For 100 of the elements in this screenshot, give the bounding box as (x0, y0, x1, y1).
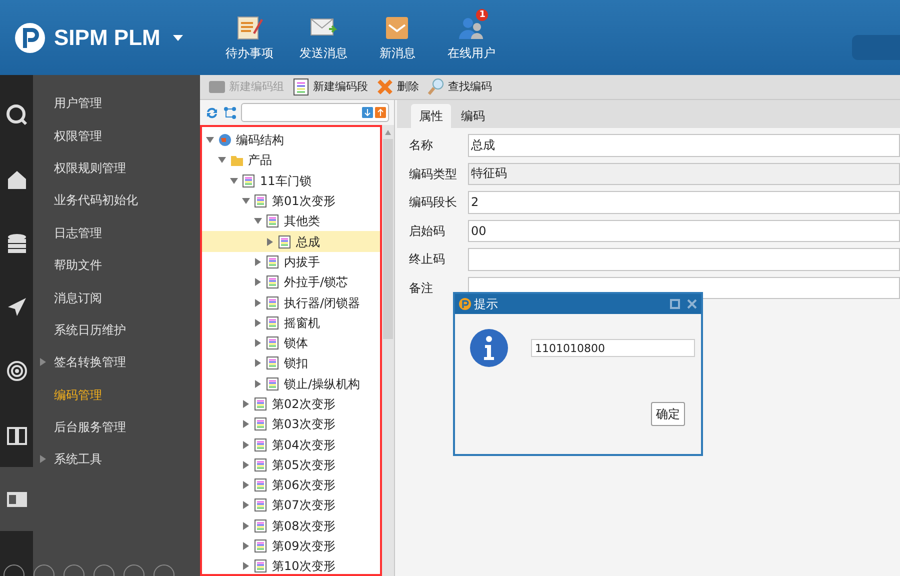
signal-icon[interactable] (6, 360, 28, 382)
expand-arrow-icon[interactable] (254, 298, 262, 307)
scrollbar[interactable] (382, 125, 394, 576)
app-name: SIPM PLM (54, 24, 160, 52)
sidebar-item[interactable]: 系统工具 (39, 450, 102, 468)
expand-arrow-icon[interactable] (242, 562, 250, 570)
input-field[interactable]: 特征码 (468, 162, 900, 185)
tree-node[interactable]: 第04次变形 (202, 434, 380, 455)
tree-node[interactable]: 第05次变形 (202, 454, 380, 476)
search-icon[interactable] (6, 104, 28, 126)
document-icon (254, 559, 268, 574)
expand-arrow-icon[interactable] (242, 542, 250, 550)
document-icon (254, 417, 268, 432)
tree-node[interactable]: 其他类 (202, 211, 380, 232)
expand-arrow-icon[interactable] (254, 339, 262, 348)
document-icon (266, 336, 280, 350)
sidebar-item[interactable]: 帮助文件 (54, 256, 102, 274)
expand-arrow-icon[interactable] (242, 481, 250, 490)
tree-node[interactable]: 第09次变形 (202, 536, 380, 556)
scroll-thumb[interactable] (383, 139, 393, 339)
input-field[interactable]: 总成 (468, 134, 900, 156)
expand-arrow-icon[interactable] (254, 278, 262, 286)
expand-arrow-icon[interactable] (254, 318, 262, 327)
toolbar-button[interactable]: 查找编码 (427, 78, 492, 96)
tree-node[interactable]: 执行器/闭锁器 (202, 292, 380, 313)
tab[interactable]: 编码 (453, 104, 493, 128)
sidebar-item[interactable]: 后台服务管理 (54, 418, 126, 436)
expand-arrow-icon[interactable] (254, 380, 262, 388)
home-icon[interactable] (6, 168, 28, 190)
scroll-up-icon[interactable] (384, 129, 392, 137)
book-icon[interactable] (6, 424, 28, 446)
document-icon (266, 376, 280, 391)
input-field[interactable]: 1101010800 (531, 339, 695, 357)
sidebar-item[interactable]: 权限管理 (54, 126, 102, 145)
down-arrow-icon[interactable] (362, 107, 373, 118)
tree-node[interactable]: 编码结构 (202, 130, 380, 150)
sidebar-item[interactable]: 用户管理 (54, 94, 102, 112)
toolbar-button[interactable]: 新建编码段 (292, 78, 368, 96)
sidebar-item[interactable]: 权限规则管理 (54, 158, 126, 177)
toolbar-button[interactable]: 发送消息 (286, 6, 360, 68)
tree-filter-field[interactable] (241, 103, 389, 122)
tree-node[interactable]: 第01次变形 (202, 190, 380, 212)
tree-node[interactable]: 锁体 (202, 332, 380, 354)
document-icon (266, 214, 280, 228)
tab[interactable]: 属性 (411, 104, 451, 128)
expand-arrow-icon[interactable] (242, 400, 250, 408)
tree-node[interactable]: 第03次变形 (202, 414, 380, 434)
sidebar-item[interactable]: 系统日历维护 (54, 320, 126, 339)
tree-node[interactable]: 总成 (202, 231, 380, 252)
expand-arrow-icon[interactable] (266, 238, 274, 246)
tree-node[interactable]: 锁止/操纵机构 (202, 374, 380, 394)
document-icon (254, 539, 268, 554)
document-icon (266, 316, 280, 330)
toolbar-button[interactable]: 待办事项 (212, 6, 286, 68)
tree-node[interactable]: 第08次变形 (202, 516, 380, 536)
refresh-icon[interactable] (205, 106, 219, 120)
expand-arrow-icon[interactable] (242, 440, 250, 449)
collapse-arrow-icon[interactable] (230, 176, 238, 185)
ok-button[interactable]: 确定 (651, 402, 685, 426)
expand-arrow-icon (39, 357, 47, 368)
tree-node[interactable]: 外拉手/锁芯 (202, 272, 380, 292)
input-field[interactable] (468, 248, 900, 270)
sidebar-item[interactable]: 消息订阅 (54, 288, 102, 307)
hierarchy-icon[interactable] (223, 106, 237, 120)
tree-node[interactable]: 锁扣 (202, 353, 380, 374)
expand-arrow-icon[interactable] (254, 258, 262, 266)
collapse-arrow-icon[interactable] (206, 136, 214, 144)
collapse-arrow-icon[interactable] (242, 197, 250, 206)
sidebar-item[interactable]: 编码管理 (54, 386, 102, 404)
expand-arrow-icon[interactable] (242, 460, 250, 469)
caret-icon[interactable] (172, 34, 184, 42)
maximize-icon[interactable] (670, 299, 680, 309)
expand-arrow-icon[interactable] (254, 359, 262, 368)
toolbar-button[interactable]: 在线用户 1 (434, 6, 508, 68)
tree-node[interactable]: 11车门锁 (202, 170, 380, 191)
input-field[interactable]: 2 (468, 191, 900, 214)
expand-arrow-icon[interactable] (242, 420, 250, 428)
sidebar-item[interactable]: 签名转换管理 (39, 353, 126, 372)
close-icon[interactable] (687, 299, 697, 309)
expand-arrow-icon[interactable] (242, 522, 250, 530)
collapse-arrow-icon[interactable] (254, 217, 262, 226)
sidebar-item[interactable]: 日志管理 (54, 224, 102, 242)
field-label: 备注 (409, 280, 434, 297)
tree-node[interactable]: 产品 (202, 150, 380, 171)
database-icon[interactable] (6, 232, 28, 254)
tree-node[interactable]: 摇窗机 (202, 312, 380, 333)
collapse-arrow-icon[interactable] (218, 156, 226, 164)
tree-node[interactable]: 第06次变形 (202, 475, 380, 496)
tree-node[interactable]: 第02次变形 (202, 394, 380, 414)
toolbar-button[interactable]: 新消息 (360, 6, 434, 68)
sidebar-item[interactable]: 业务代码初始化 (54, 191, 138, 210)
up-arrow-icon[interactable] (375, 107, 386, 118)
tree-node[interactable]: 第07次变形 (202, 495, 380, 516)
input-field[interactable]: 00 (468, 220, 900, 242)
field-label: 终止码 (409, 251, 446, 268)
expand-arrow-icon[interactable] (242, 501, 250, 510)
plane-icon[interactable] (6, 296, 28, 318)
tree-node[interactable]: 内拔手 (202, 252, 380, 272)
tree-node[interactable]: 第10次变形 (202, 556, 380, 574)
toolbar-button[interactable]: 删除 (376, 78, 419, 96)
